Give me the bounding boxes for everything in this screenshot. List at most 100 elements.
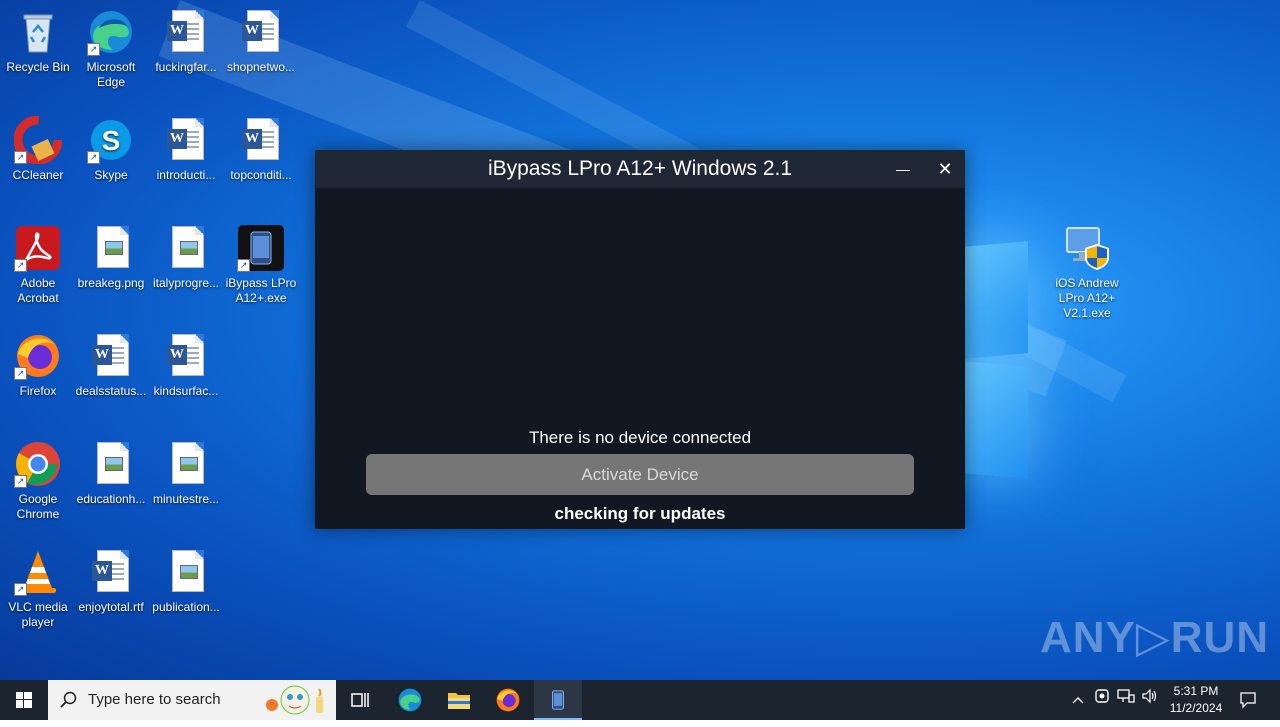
volume-button[interactable]	[1138, 680, 1162, 720]
desktop-icon-fuckingfar[interactable]: W fuckingfar...	[148, 8, 224, 75]
word-document-icon: W	[162, 116, 210, 164]
desktop-icon-publication[interactable]: publication...	[148, 548, 224, 615]
word-document-icon: W	[162, 8, 210, 56]
taskbar-search-box[interactable]: Type here to search	[48, 680, 336, 720]
vlc-cone-icon: ↗	[14, 548, 62, 596]
start-button[interactable]	[0, 680, 48, 720]
show-hidden-icons-button[interactable]	[1066, 680, 1090, 720]
task-view-button[interactable]	[336, 680, 384, 720]
folder-icon	[448, 693, 470, 709]
shortcut-arrow-icon: ↗	[237, 259, 250, 272]
desktop-icon-google-chrome[interactable]: ↗ Google Chrome	[0, 440, 76, 522]
image-file-icon	[162, 548, 210, 596]
ibypass-app-icon	[552, 690, 564, 710]
activate-device-button[interactable]: Activate Device	[366, 454, 914, 495]
desktop-icon-ccleaner[interactable]: ↗ CCleaner	[0, 115, 76, 183]
shortcut-arrow-icon: ↗	[14, 259, 27, 272]
desktop-background: Recycle Bin ↗ CCleaner ↗ Adobe Acrobat ↗…	[0, 0, 1280, 680]
image-file-icon	[87, 224, 135, 272]
network-icon	[1117, 689, 1135, 703]
desktop-icon-ios-andrew-lpro-exe[interactable]: iOS Andrew LPro A12+ V2.1.exe	[1049, 224, 1125, 321]
word-document-icon: W	[237, 116, 285, 164]
word-document-icon: W	[87, 332, 135, 380]
desktop-icon-kindsurfac[interactable]: W kindsurfac...	[148, 332, 224, 399]
icon-label: Recycle Bin	[6, 60, 70, 74]
edge-icon: ↗	[87, 8, 135, 56]
image-file-icon	[87, 440, 135, 488]
icon-label: VLC media player	[8, 600, 68, 629]
search-placeholder: Type here to search	[88, 691, 221, 708]
taskbar-clock[interactable]: 5:31 PM 11/2/2024	[1166, 683, 1226, 717]
desktop-icon-introducti[interactable]: W introducti...	[148, 116, 224, 183]
update-status-text: checking for updates	[554, 504, 726, 523]
svg-text:S: S	[102, 125, 121, 156]
shortcut-arrow-icon: ↗	[87, 43, 100, 56]
taskbar-file-explorer-button[interactable]	[435, 680, 483, 720]
speaker-icon	[1142, 688, 1157, 704]
device-status-text: There is no device connected	[528, 428, 752, 447]
desktop-icon-breakeg-png[interactable]: breakeg.png	[73, 224, 149, 291]
word-document-icon: W	[162, 332, 210, 380]
desktop-icon-topconditi[interactable]: W topconditi...	[223, 116, 299, 183]
taskbar: Type here to search 5:31 PM 11/2/2024	[0, 680, 1280, 720]
desktop-icon-recycle-bin[interactable]: Recycle Bin	[0, 8, 76, 75]
task-view-icon	[351, 693, 369, 707]
network-button[interactable]	[1114, 680, 1138, 720]
icon-label: CCleaner	[12, 168, 64, 182]
desktop-icon-adobe-acrobat[interactable]: ↗ Adobe Acrobat	[0, 224, 76, 306]
minimize-button[interactable]: —	[883, 150, 923, 188]
icon-label: educationh...	[76, 492, 146, 506]
notification-center-button[interactable]	[1236, 680, 1260, 720]
word-document-icon: W	[87, 548, 135, 596]
notification-icon	[1240, 692, 1256, 709]
anyrun-watermark: ANY▷RUN	[1040, 613, 1270, 662]
shortcut-arrow-icon: ↗	[14, 151, 27, 164]
ccleaner-icon: ↗	[13, 115, 63, 165]
edge-icon	[398, 688, 422, 712]
window-title: iBypass LPro A12+ Windows 2.1	[487, 157, 793, 180]
desktop-icon-dealsstatus[interactable]: W dealsstatus...	[73, 332, 149, 399]
desktop-icon-shopnetwo[interactable]: W shopnetwo...	[223, 8, 299, 75]
taskbar-edge-button[interactable]	[386, 680, 434, 720]
desktop-icon-firefox[interactable]: ↗ Firefox	[0, 332, 76, 399]
shortcut-arrow-icon: ↗	[14, 583, 27, 596]
window-titlebar[interactable]: iBypass LPro A12+ Windows 2.1 — ✕	[315, 150, 965, 188]
desktop-icon-italyprogre[interactable]: italyprogre...	[148, 224, 224, 291]
shortcut-arrow-icon: ↗	[14, 475, 27, 488]
windows-logo-pane	[962, 361, 1028, 479]
icon-label: topconditi...	[230, 168, 292, 182]
computer-shield-icon	[1063, 224, 1111, 272]
recycle-bin-icon	[14, 8, 62, 56]
desktop-icon-microsoft-edge[interactable]: ↗ Microsoft Edge	[73, 8, 149, 90]
desktop-icon-vlc[interactable]: ↗ VLC media player	[0, 548, 76, 630]
firefox-icon: ↗	[14, 332, 62, 380]
desktop-icon-skype[interactable]: S ↗ Skype	[73, 116, 149, 183]
firefox-icon	[496, 688, 520, 712]
search-highlight-doodle-icon	[266, 685, 323, 715]
desktop-icon-educationh[interactable]: educationh...	[73, 440, 149, 507]
tray-app-icon-button[interactable]	[1090, 680, 1114, 720]
icon-label: italyprogre...	[152, 276, 220, 290]
clock-time: 5:31 PM	[1173, 684, 1219, 698]
icon-label: minutestre...	[152, 492, 220, 506]
icon-label: iOS Andrew LPro A12+ V2.1.exe	[1055, 276, 1119, 320]
desktop-icon-enjoytotal[interactable]: W enjoytotal.rtf	[73, 548, 149, 615]
icon-label: shopnetwo...	[226, 60, 296, 74]
image-file-icon	[162, 440, 210, 488]
taskbar-ibypass-button[interactable]	[534, 680, 582, 720]
close-button[interactable]: ✕	[925, 150, 965, 188]
icon-label: enjoytotal.rtf	[78, 600, 144, 614]
taskbar-firefox-button[interactable]	[484, 680, 532, 720]
ibypass-app-window: iBypass LPro A12+ Windows 2.1 — ✕ There …	[315, 150, 965, 529]
search-icon	[60, 691, 77, 708]
icon-label: fuckingfar...	[155, 60, 217, 74]
image-file-icon	[162, 224, 210, 272]
icon-label: publication...	[152, 600, 220, 614]
desktop-icon-ibypass-lpro-exe[interactable]: ↗ iBypass LPro A12+.exe	[223, 224, 299, 306]
icon-label: breakeg.png	[77, 276, 145, 290]
shortcut-arrow-icon: ↗	[87, 151, 100, 164]
desktop-icon-minutestre[interactable]: minutestre...	[148, 440, 224, 507]
windows-logo-pane	[962, 241, 1028, 359]
shortcut-arrow-icon: ↗	[14, 367, 27, 380]
clock-date: 11/2/2024	[1169, 701, 1223, 715]
